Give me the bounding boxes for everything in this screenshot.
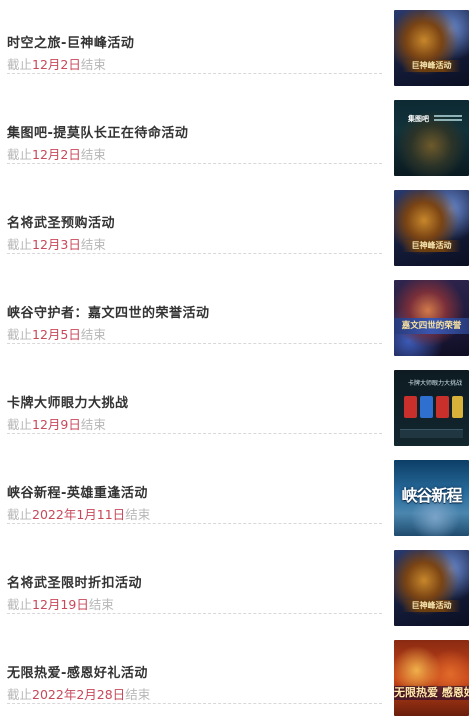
thumbnail-caption: 嘉文四世的荣誉 — [401, 321, 462, 331]
activity-deadline: 截止2022年2月28日结束 — [7, 684, 150, 703]
deadline-suffix: 结束 — [80, 327, 106, 342]
activity-title[interactable]: 集图吧-提莫队长正在待命活动 — [7, 122, 188, 141]
activity-deadline: 截止2022年1月11日结束 — [7, 504, 150, 523]
activity-title[interactable]: 峡谷新程-英雄重逢活动 — [7, 482, 148, 501]
activity-thumbnail[interactable]: 巨神峰活动 — [394, 190, 469, 266]
activity-thumbnail[interactable]: 峡谷新程 — [394, 460, 469, 536]
activity-thumbnail[interactable]: 巨神峰活动 — [394, 10, 469, 86]
activity-title[interactable]: 卡牌大师眼力大挑战 — [7, 392, 129, 411]
deadline-suffix: 结束 — [80, 417, 106, 432]
thumbnail-toolbar — [400, 429, 463, 438]
activity-item[interactable]: 集图吧-提莫队长正在待命活动 截止12月2日结束 集图吧 — [0, 90, 475, 178]
activity-deadline: 截止12月2日结束 — [7, 144, 106, 163]
activity-deadline: 截止12月5日结束 — [7, 324, 106, 343]
deadline-prefix: 截止 — [7, 507, 33, 522]
activity-thumbnail[interactable]: 卡牌大师眼力大挑战 — [394, 370, 469, 446]
activity-item[interactable]: 峡谷守护者：嘉文四世的荣誉活动 截止12月5日结束 嘉文四世的荣誉 — [0, 270, 475, 358]
activity-deadline: 截止12月9日结束 — [7, 414, 106, 433]
activity-thumbnail[interactable]: 无限热爱 感恩好礼 — [394, 640, 469, 716]
deadline-suffix: 结束 — [80, 237, 106, 252]
deadline-date: 12月3日 — [32, 237, 81, 252]
deadline-prefix: 截止 — [7, 597, 33, 612]
thumbnail-caption: 无限热爱 感恩好礼 — [394, 686, 469, 700]
deadline-suffix: 结束 — [125, 687, 151, 702]
activity-deadline: 截止12月19日结束 — [7, 594, 114, 613]
activity-list: 时空之旅-巨神峰活动 截止12月2日结束 巨神峰活动 集图吧-提莫队长正在待命活… — [0, 0, 475, 727]
deadline-date: 12月2日 — [32, 147, 81, 162]
deadline-date: 12月19日 — [32, 597, 89, 612]
activity-item[interactable]: 卡牌大师眼力大挑战 截止12月9日结束 卡牌大师眼力大挑战 — [0, 360, 475, 448]
card-red — [404, 396, 417, 418]
activity-title[interactable]: 名将武圣预购活动 — [7, 212, 115, 231]
item-divider — [7, 343, 382, 344]
deadline-date: 2022年2月28日 — [32, 687, 126, 702]
item-divider — [7, 433, 382, 434]
card-blue — [420, 396, 433, 418]
activity-deadline: 截止12月3日结束 — [7, 234, 106, 253]
deadline-prefix: 截止 — [7, 237, 33, 252]
deadline-suffix: 结束 — [80, 57, 106, 72]
item-divider — [7, 73, 382, 74]
activity-thumbnail[interactable]: 集图吧 — [394, 100, 469, 176]
activity-title[interactable]: 峡谷守护者：嘉文四世的荣誉活动 — [7, 302, 210, 321]
activity-item[interactable]: 时空之旅-巨神峰活动 截止12月2日结束 巨神峰活动 — [0, 0, 475, 88]
activity-thumbnail[interactable]: 嘉文四世的荣誉 — [394, 280, 469, 356]
deadline-prefix: 截止 — [7, 327, 33, 342]
card-gold — [452, 396, 463, 418]
deadline-suffix: 结束 — [125, 507, 151, 522]
deadline-date: 12月9日 — [32, 417, 81, 432]
thumbnail-decoration — [434, 115, 462, 117]
activity-title[interactable]: 名将武圣限时折扣活动 — [7, 572, 142, 591]
thumbnail-caption: 巨神峰活动 — [402, 60, 461, 72]
deadline-date: 12月2日 — [32, 57, 81, 72]
item-divider — [7, 523, 382, 524]
deadline-date: 2022年1月11日 — [32, 507, 126, 522]
deadline-suffix: 结束 — [88, 597, 114, 612]
card-red — [436, 396, 449, 418]
deadline-date: 12月5日 — [32, 327, 81, 342]
thumbnail-caption: 峡谷新程 — [401, 486, 462, 505]
activity-item[interactable]: 无限热爱-感恩好礼活动 截止2022年2月28日结束 无限热爱 感恩好礼 — [0, 630, 475, 718]
activity-item[interactable]: 峡谷新程-英雄重逢活动 截止2022年1月11日结束 峡谷新程 — [0, 450, 475, 538]
activity-title[interactable]: 无限热爱-感恩好礼活动 — [7, 662, 148, 681]
activity-thumbnail[interactable]: 巨神峰活动 — [394, 550, 469, 626]
deadline-prefix: 截止 — [7, 147, 33, 162]
deadline-prefix: 截止 — [7, 57, 33, 72]
activity-item[interactable]: 名将武圣预购活动 截止12月3日结束 巨神峰活动 — [0, 180, 475, 268]
deadline-prefix: 截止 — [7, 417, 33, 432]
thumbnail-caption: 集图吧 — [408, 115, 429, 123]
thumbnail-caption: 卡牌大师眼力大挑战 — [408, 380, 463, 387]
thumbnail-caption: 巨神峰活动 — [402, 240, 461, 252]
item-divider — [7, 703, 382, 704]
item-divider — [7, 613, 382, 614]
activity-deadline: 截止12月2日结束 — [7, 54, 106, 73]
deadline-prefix: 截止 — [7, 687, 33, 702]
activity-title[interactable]: 时空之旅-巨神峰活动 — [7, 32, 134, 51]
thumbnail-caption: 巨神峰活动 — [402, 600, 461, 612]
item-divider — [7, 253, 382, 254]
deadline-suffix: 结束 — [80, 147, 106, 162]
activity-item[interactable]: 名将武圣限时折扣活动 截止12月19日结束 巨神峰活动 — [0, 540, 475, 628]
item-divider — [7, 163, 382, 164]
